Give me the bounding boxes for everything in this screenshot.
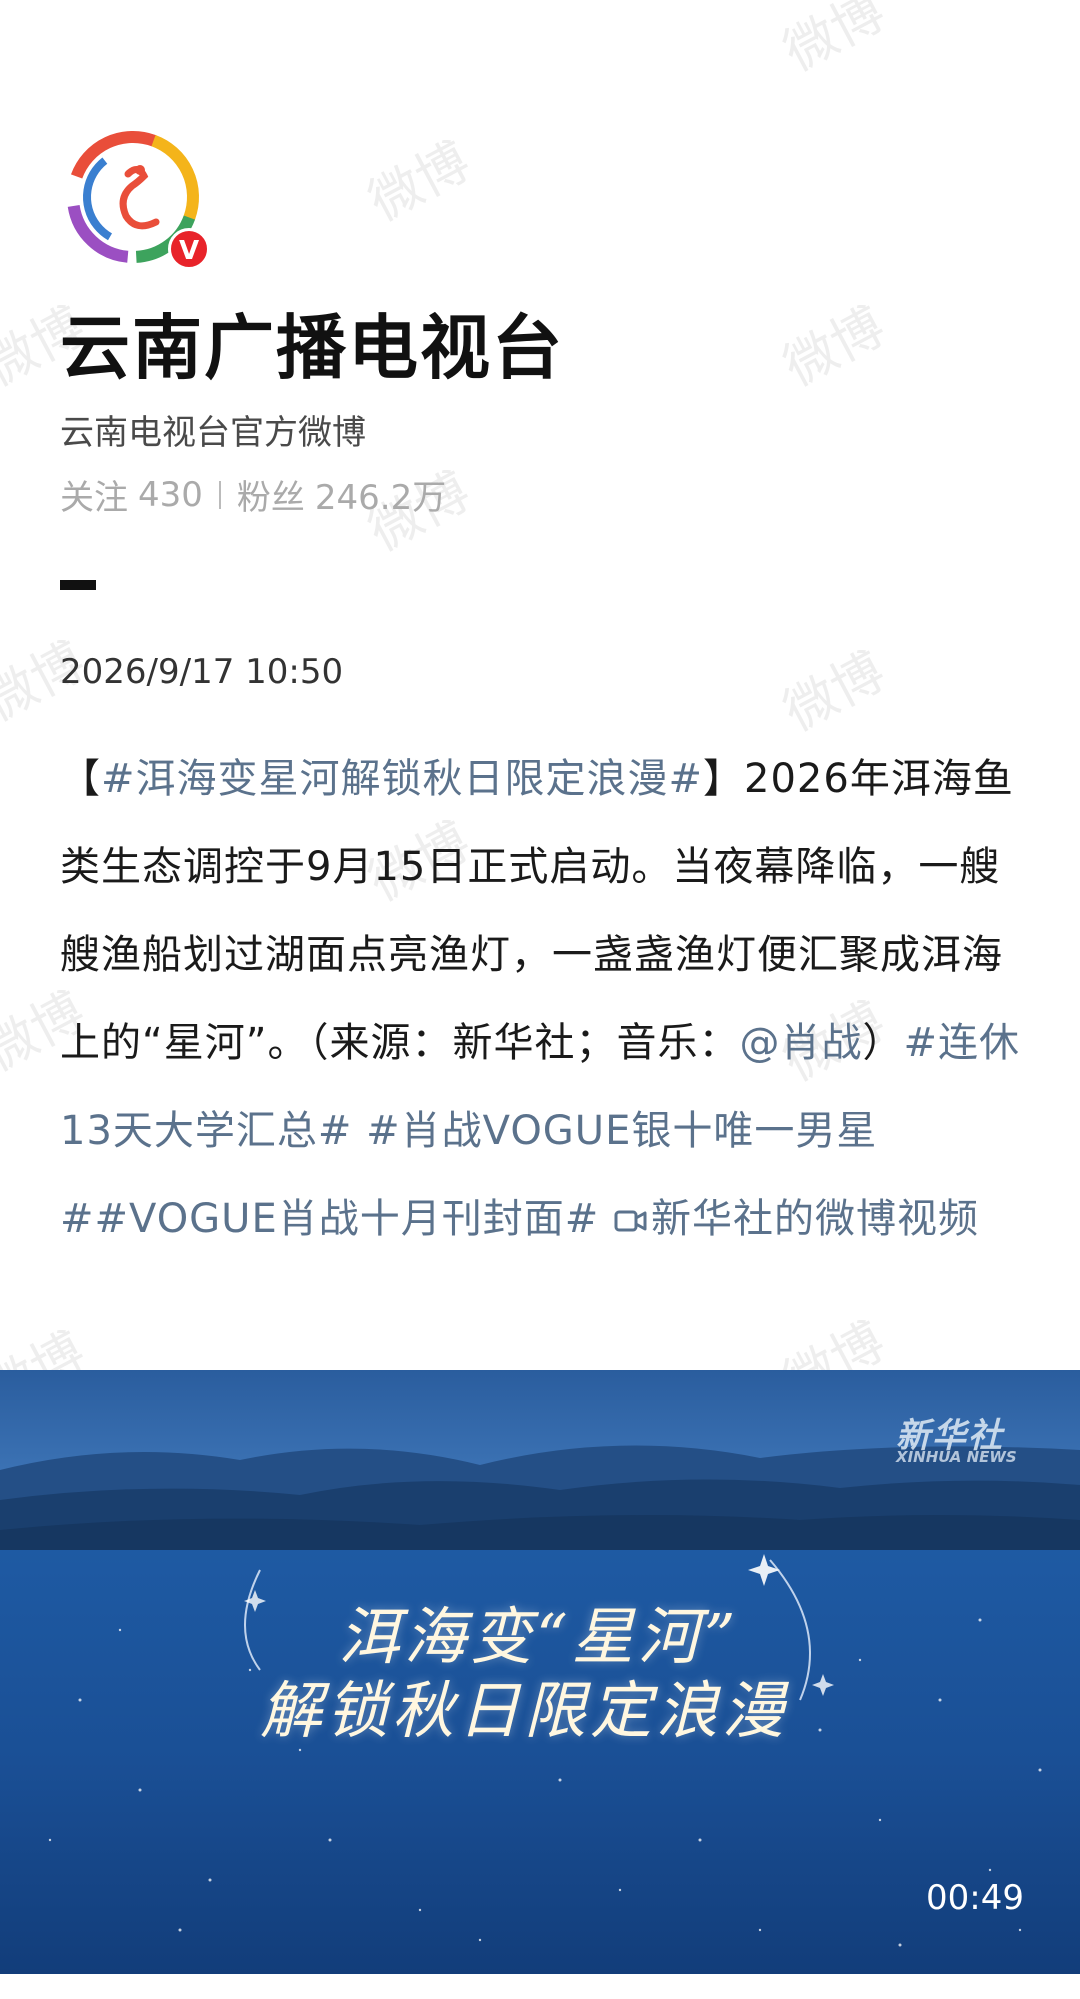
post-body: 【#洱海变星河解锁秋日限定浪漫#】2026年洱海鱼类生态调控于9月15日正式启动… [60, 735, 1022, 1263]
video-title-line-2: 解锁秋日限定浪漫 [260, 1674, 789, 1747]
following-label[interactable]: 关注 [60, 470, 128, 519]
topic-link-main[interactable]: #洱海变星河解锁秋日限定浪漫# [101, 756, 703, 802]
weibo-post-page: 微博 微博 微博 微博 微博 微博 微博 微博 微博 微博 微博 微博 V 云南… [0, 0, 1080, 1999]
watermark: 微博 [774, 296, 895, 399]
account-name[interactable]: 云南广播电视台 [60, 292, 564, 393]
watermark: 微博 [774, 0, 895, 84]
bracket-open: 【 [60, 756, 101, 802]
xinhua-news-logo-sub: XINHUA NEWS [896, 1448, 1017, 1466]
following-count[interactable]: 430 [138, 475, 203, 515]
section-divider-bar [60, 580, 96, 590]
topic-link[interactable]: #VOGUE肖战十月刊封面# [95, 1196, 600, 1242]
account-description: 云南电视台官方微博 [60, 413, 366, 453]
video-link[interactable]: 新华社的微博视频 [613, 1196, 979, 1242]
followers-count[interactable]: 246.2万 [315, 470, 446, 519]
post-body-text-after-mention: ） [862, 1020, 904, 1066]
watermark: 微博 [774, 641, 895, 744]
video-duration: 00:49 [926, 1878, 1024, 1918]
watermark: 微博 [359, 131, 480, 234]
followers-label[interactable]: 粉丝 [237, 470, 305, 519]
bracket-close: 】 [703, 756, 745, 802]
mention-link[interactable]: @肖战 [739, 1020, 862, 1066]
post-timestamp: 2026/9/17 10:50 [60, 652, 344, 692]
video-camera-icon [614, 1210, 647, 1232]
stats-divider [218, 480, 221, 509]
account-stats: 关注 430 粉丝 246.2万 [60, 470, 446, 519]
account-avatar[interactable]: V [58, 122, 214, 278]
verified-v-badge-icon: V [168, 228, 210, 270]
video-link-label: 新华社的微博视频 [650, 1196, 979, 1242]
